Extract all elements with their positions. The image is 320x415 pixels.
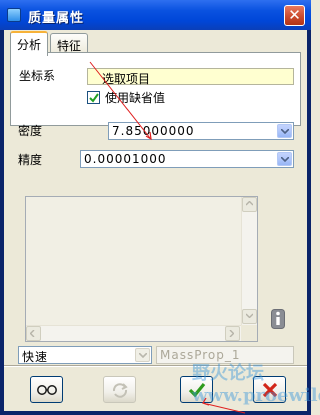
- annotation-arrows: [89, 61, 246, 414]
- tab-analysis[interactable]: 分析: [10, 31, 48, 56]
- mass-properties-window: 质量属性 ✕ 分析 特征 坐标系 选取项目 使用缺省值 密度 7.8500000…: [0, 0, 320, 415]
